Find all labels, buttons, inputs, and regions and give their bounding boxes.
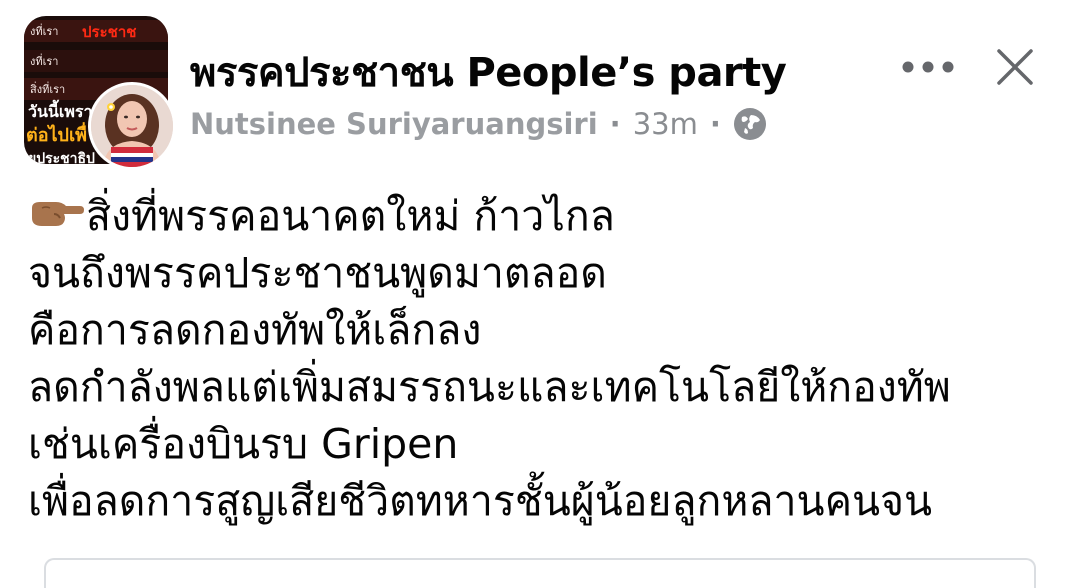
group-name[interactable]: พรรคประชาชน People’s party	[190, 40, 787, 104]
post-timestamp[interactable]: 33m	[633, 107, 698, 141]
facebook-post: งที่เรา ประชาช งที่เรา สิ่งที่เรา วันนี้…	[0, 0, 1080, 588]
thumb-text: ประชาช	[82, 23, 137, 41]
close-icon	[997, 49, 1033, 85]
globe-icon[interactable]	[733, 107, 767, 141]
post-line: เพื่อลดการสูญเสียชีวิตทหารชั้นผู้น้อยลูก…	[28, 477, 933, 525]
avatar-portrait	[91, 85, 173, 167]
post-meta: Nutsinee Suriyaruangsiri · 33m ·	[190, 102, 767, 146]
post-body: สิ่งที่พรรคอนาคตใหม่ ก้าวไกล จนถึงพรรคปร…	[28, 188, 1068, 530]
thumb-text: ยประชาธิป	[28, 151, 95, 164]
more-options-button[interactable]	[896, 46, 960, 88]
backhand-index-pointing-right-emoji	[28, 192, 84, 232]
thumb-text: งที่เรา	[30, 25, 59, 38]
post-line: จนถึงพรรคประชาชนพูดมาตลอด	[28, 249, 607, 297]
post-line: เช่นเครื่องบินรบ Gripen	[28, 420, 459, 468]
post-line: ลดกำลังพลแต่เพิ่มสมรรถนะและเทคโนโลยีให้ก…	[28, 363, 951, 411]
thumb-text: สิ่งที่เรา	[30, 83, 66, 96]
post-line: คือการลดกองทัพให้เล็กลง	[28, 306, 482, 354]
attached-content-card[interactable]	[44, 558, 1036, 588]
post-line: สิ่งที่พรรคอนาคตใหม่ ก้าวไกล	[28, 188, 1068, 245]
post-header: งที่เรา ประชาช งที่เรา สิ่งที่เรา วันนี้…	[0, 0, 1080, 180]
author-avatar[interactable]	[88, 82, 176, 170]
more-horizontal-icon	[902, 61, 954, 73]
author-name[interactable]: Nutsinee Suriyaruangsiri	[190, 107, 598, 141]
meta-separator: ·	[609, 107, 621, 141]
close-button[interactable]	[990, 42, 1040, 92]
thumb-text: งที่เรา	[30, 55, 59, 68]
thumb-text: ต่อไปเพื่	[26, 125, 87, 146]
meta-separator: ·	[709, 107, 721, 141]
post-line-text: สิ่งที่พรรคอนาคตใหม่ ก้าวไกล	[86, 192, 615, 240]
